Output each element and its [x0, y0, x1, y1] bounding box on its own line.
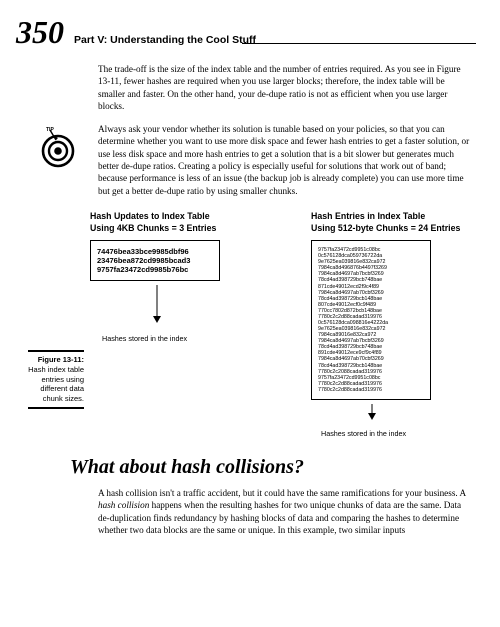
- figure-label: Figure 13-11:: [38, 355, 84, 364]
- hash-entry: 74476bea33bce9985dbf96: [97, 247, 213, 256]
- tip-text: Always ask your vendor whether its solut…: [98, 123, 472, 198]
- hash-entry: 9757fa23472cd9985b76bc: [97, 265, 213, 274]
- figure-caption: Figure 13-11: Hash index table entries u…: [28, 350, 84, 409]
- arrow-down-icon: [367, 404, 472, 425]
- section-title: What about hash collisions?: [70, 456, 472, 479]
- hash-box-left: 74476bea33bce9985dbf9623476bea872cd9985b…: [90, 240, 220, 281]
- hash-box-right: 9757fa23472cd9951c08bc0c576128dca0597367…: [311, 240, 431, 400]
- paragraph-2: A hash collision isn't a traffic acciden…: [98, 487, 472, 537]
- page-number: 350: [16, 14, 64, 51]
- arrow-down-icon: [152, 285, 251, 328]
- diagram-left-column: Hash Updates to Index Table Using 4KB Ch…: [60, 211, 251, 343]
- diagram-left-caption: Hashes stored in the index: [102, 334, 251, 343]
- paragraph-1: The trade-off is the size of the index t…: [98, 63, 472, 113]
- diagram-left-title: Hash Updates to Index Table Using 4KB Ch…: [90, 211, 251, 234]
- diagram-right-title: Hash Entries in Index Table Using 512-by…: [311, 211, 472, 234]
- figure-desc: Hash index table entries using different…: [28, 365, 84, 403]
- figure-13-11: Hash Updates to Index Table Using 4KB Ch…: [60, 211, 472, 438]
- diagram-right-caption: Hashes stored in the index: [321, 429, 472, 438]
- diagram-right-column: Hash Entries in Index Table Using 512-by…: [281, 211, 472, 438]
- hash-entry: 7780c2c2d88cadad319976: [318, 387, 424, 393]
- tip-icon: TIP: [34, 123, 88, 176]
- hash-entry: 23476bea872cd9985bcad3: [97, 256, 213, 265]
- part-title: Part V: Understanding the Cool Stuff: [74, 34, 472, 46]
